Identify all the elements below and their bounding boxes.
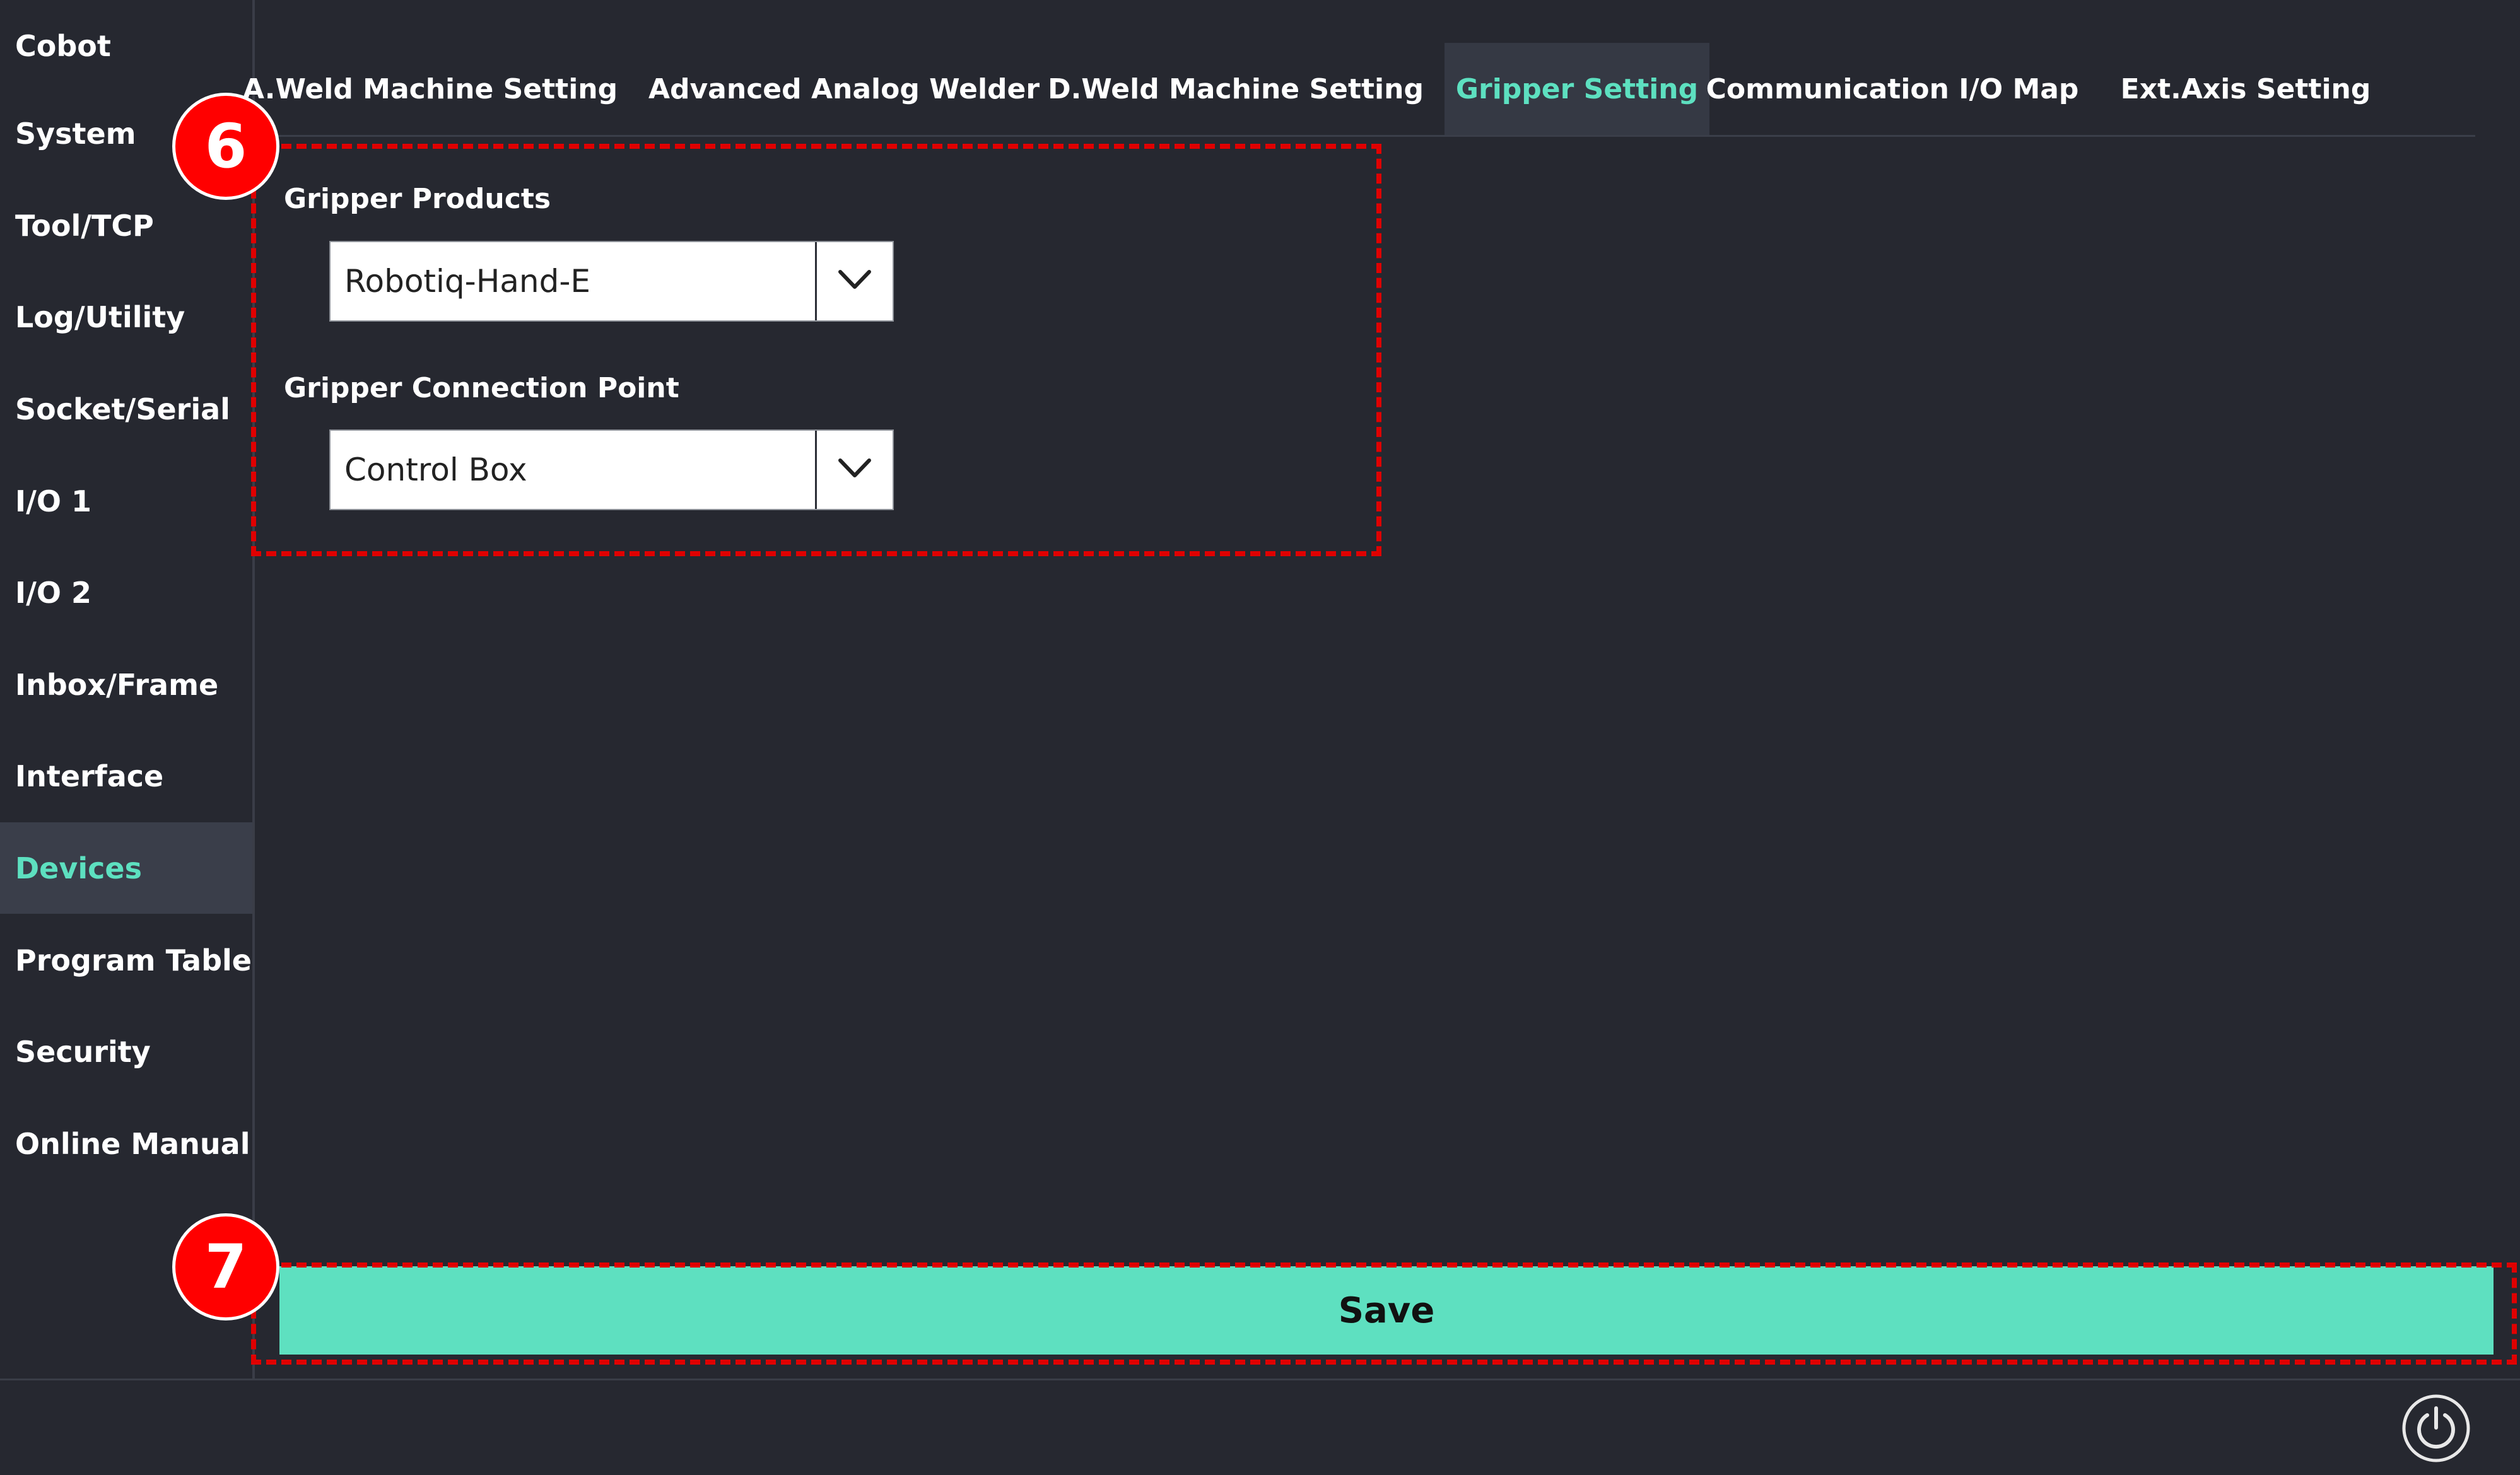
sidebar-item-label: Interface <box>15 759 164 793</box>
sidebar-item-label: Security <box>15 1034 151 1069</box>
sidebar-item-interface[interactable]: Interface <box>0 730 252 822</box>
tab-label: D.Weld Machine Setting <box>1048 73 1424 105</box>
sidebar-item-io-2[interactable]: I/O 2 <box>0 547 252 638</box>
gripper-connection-label: Gripper Connection Point <box>284 372 679 404</box>
sidebar-item-program-table[interactable]: Program Table <box>0 914 252 1006</box>
gripper-connection-value: Control Box <box>344 452 527 488</box>
sidebar-item-cobot[interactable]: Cobot <box>0 0 252 91</box>
sidebar-item-label: System <box>15 116 136 151</box>
sidebar-item-devices[interactable]: Devices <box>0 822 252 914</box>
sidebar-item-inbox-frame[interactable]: Inbox/Frame <box>0 639 252 730</box>
sidebar-item-online-manual[interactable]: Online Manual <box>0 1098 252 1189</box>
chevron-down-icon[interactable] <box>817 431 893 509</box>
sidebar-item-label: Inbox/Frame <box>15 667 219 702</box>
sidebar-item-label: Online Manual <box>15 1126 250 1161</box>
power-icon[interactable] <box>2401 1394 2471 1463</box>
gripper-products-dropdown[interactable]: Robotiq-Hand-E <box>329 241 894 322</box>
sidebar-item-label: Devices <box>15 851 142 885</box>
tab-d-weld-machine-setting[interactable]: D.Weld Machine Setting <box>1048 43 1424 135</box>
sidebar-item-security[interactable]: Security <box>0 1006 252 1097</box>
tab-label: A.Weld Machine Setting <box>242 73 618 105</box>
annotation-step-6: 6 <box>175 96 276 197</box>
chevron-down-icon[interactable] <box>817 242 893 320</box>
gripper-connection-dropdown[interactable]: Control Box <box>329 429 894 510</box>
sidebar-divider <box>252 0 255 1379</box>
sidebar-item-label: Program Table <box>15 943 252 977</box>
tab-a-weld-machine-setting[interactable]: A.Weld Machine Setting <box>243 43 618 135</box>
save-label: Save <box>1338 1290 1435 1331</box>
app-window: Cobot System Tool/TCP Log/Utility Socket… <box>0 0 2520 1475</box>
tab-label: Communication I/O Map <box>1706 73 2079 105</box>
sidebar-item-label: I/O 2 <box>15 575 92 610</box>
sidebar: Cobot System Tool/TCP Log/Utility Socket… <box>0 0 252 1379</box>
tab-communication-io-map[interactable]: Communication I/O Map <box>1706 43 2079 135</box>
tab-gripper-setting[interactable]: Gripper Setting <box>1445 43 1709 135</box>
sidebar-item-io-1[interactable]: I/O 1 <box>0 455 252 547</box>
tab-label: Advanced Analog Welder <box>648 73 1040 105</box>
sidebar-item-log-utility[interactable]: Log/Utility <box>0 271 252 363</box>
tab-label: Ext.Axis Setting <box>2120 73 2371 105</box>
bottom-divider <box>0 1379 2520 1380</box>
gripper-products-value: Robotiq-Hand-E <box>344 263 590 300</box>
tab-label: Gripper Setting <box>1455 73 1699 105</box>
tab-underline <box>255 135 2475 137</box>
tab-advanced-analog-welder[interactable]: Advanced Analog Welder <box>648 43 1040 135</box>
sidebar-item-label: Log/Utility <box>15 300 185 334</box>
save-button[interactable]: Save <box>279 1266 2494 1355</box>
tab-ext-axis-setting[interactable]: Ext.Axis Setting <box>2121 43 2371 135</box>
gripper-products-label: Gripper Products <box>284 183 551 215</box>
sidebar-item-label: Cobot <box>15 28 111 63</box>
sidebar-item-label: I/O 1 <box>15 484 92 518</box>
sidebar-item-label: Socket/Serial <box>15 392 230 426</box>
sidebar-item-socket-serial[interactable]: Socket/Serial <box>0 363 252 455</box>
sidebar-item-label: Tool/TCP <box>15 208 154 243</box>
annotation-step-7: 7 <box>175 1216 276 1317</box>
